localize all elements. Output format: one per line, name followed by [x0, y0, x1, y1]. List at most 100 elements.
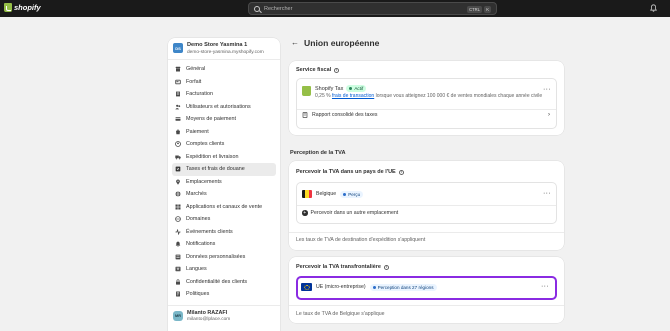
sidebar-item-markets[interactable]: Marchés	[172, 188, 276, 201]
sidebar-item-label: Emplacements	[186, 178, 222, 185]
sidebar-item-label: Facturation	[186, 91, 213, 98]
policies-icon	[175, 291, 181, 297]
sidebar-item-languages[interactable]: Langues	[172, 263, 276, 276]
card-title: Percevoir la TVA dans un pays de l'UE i	[296, 169, 404, 175]
status-badge-label: Perçu	[348, 191, 361, 197]
info-icon[interactable]: i	[334, 67, 340, 73]
card-footer-text: Le taux de TVA de Belgique s'applique	[296, 311, 385, 317]
status-dot-icon	[372, 285, 376, 289]
sidebar-item-general[interactable]: Général	[172, 63, 276, 76]
top-bar: shopify Rechercher CTRL K	[0, 0, 670, 17]
sidebar-item-notifications[interactable]: Notifications	[172, 238, 276, 251]
sidebar-item-checkout[interactable]: Paiement	[172, 126, 276, 139]
sidebar-item-payment-methods[interactable]: Moyens de paiement	[172, 113, 276, 126]
tax-app-row: Shopify Tax Actif	[315, 85, 367, 92]
apps-icon	[175, 204, 181, 210]
tax-service-card: Service fiscal i Shopify Tax Actif 0,25 …	[289, 61, 564, 135]
sidebar-item-label: Domaines	[186, 216, 211, 223]
location-icon	[175, 179, 181, 185]
user-name: Milanto RAZAFI	[187, 310, 228, 316]
payment-icon	[175, 116, 181, 122]
report-label: Rapport consolidé des taxes	[312, 112, 378, 118]
sidebar-item-customer-events[interactable]: Événements clients	[172, 226, 276, 239]
tax-description: 0,25 % frais de transaction lorsque vous…	[315, 93, 545, 101]
sidebar-item-policies[interactable]: Politiques	[172, 288, 276, 301]
transaction-fees-link[interactable]: frais de transaction	[332, 93, 374, 99]
shopify-tax-logo-icon	[302, 86, 311, 96]
sidebar-item-privacy[interactable]: Confidentialité des clients	[172, 276, 276, 289]
card-title: Service fiscal i	[296, 67, 340, 73]
card-footer-text: Les taux de TVA de destination d'expédit…	[296, 237, 426, 243]
sidebar-item-label: Applications et canaux de vente	[186, 203, 263, 210]
sidebar-item-label: Utilisateurs et autorisations	[186, 103, 251, 110]
divider	[289, 305, 564, 306]
sidebar-item-label: Politiques	[186, 291, 210, 298]
more-actions-icon[interactable]: ···	[541, 283, 549, 290]
taxes-icon	[175, 166, 181, 172]
shortcut-ctrl-key: CTRL	[467, 5, 482, 13]
info-icon[interactable]: i	[398, 169, 404, 175]
cross-border-box[interactable]: UE (micro-entreprise) Perception dans 27…	[296, 276, 557, 300]
divider	[168, 59, 280, 60]
user-avatar: MR	[173, 311, 183, 321]
page-header: ← Union européenne	[291, 38, 379, 48]
notifications-icon	[175, 241, 181, 248]
languages-icon	[175, 266, 181, 272]
sidebar-item-shipping[interactable]: Expédition et livraison	[172, 151, 276, 164]
store-header[interactable]: DS Demo Store Yasmina 1 demo-store-yasmi…	[173, 42, 264, 55]
region-name: UE (micro-entreprise)	[316, 284, 366, 290]
sidebar-item-label: Général	[186, 66, 206, 73]
more-actions-icon[interactable]: ···	[543, 86, 551, 93]
back-arrow-icon[interactable]: ←	[291, 39, 299, 47]
sidebar-item-label: Taxes et frais de douane	[186, 166, 245, 173]
report-icon	[302, 112, 308, 118]
add-location-button[interactable]: + Percevoir dans un autre emplacement	[302, 210, 398, 216]
tax-report-link[interactable]: Rapport consolidé des taxes	[302, 112, 377, 118]
sidebar-item-locations[interactable]: Emplacements	[172, 176, 276, 189]
divider	[289, 232, 564, 233]
sidebar-item-users[interactable]: Utilisateurs et autorisations	[172, 101, 276, 114]
tax-service-box: Shopify Tax Actif 0,25 % frais de transa…	[296, 78, 557, 129]
sidebar-item-label: Comptes clients	[186, 141, 225, 148]
chevron-right-icon[interactable]: ›	[548, 112, 550, 118]
country-name: Belgique	[316, 191, 337, 197]
status-dot-icon	[349, 87, 353, 90]
store-icon	[175, 66, 181, 72]
info-icon[interactable]: i	[383, 264, 389, 270]
list-item[interactable]: UE (micro-entreprise) Perception dans 27…	[301, 283, 437, 291]
billing-icon	[175, 91, 181, 97]
sidebar-item-label: Moyens de paiement	[186, 116, 237, 123]
page-title: Union européenne	[304, 38, 380, 48]
sidebar-item-label: Confidentialité des clients	[186, 278, 248, 285]
search-bar[interactable]: Rechercher CTRL K	[248, 2, 497, 15]
plus-circle-icon: +	[302, 209, 308, 216]
sidebar-item-billing[interactable]: Facturation	[172, 88, 276, 101]
privacy-icon	[175, 279, 181, 285]
sidebar-item-label: Forfait	[186, 78, 202, 85]
store-name: Demo Store Yasmina 1	[187, 42, 248, 48]
user-profile[interactable]: MR Milanto RAZAFI milanto@lplace.com	[173, 310, 230, 322]
belgium-flag-icon	[302, 190, 312, 198]
sidebar-item-customer-accounts[interactable]: Comptes clients	[172, 138, 276, 151]
sidebar-item-custom-data[interactable]: Données personnalisées	[172, 251, 276, 264]
status-badge: Perçu	[340, 190, 364, 198]
tax-service-title: Service fiscal	[296, 67, 332, 73]
more-actions-icon[interactable]: ···	[543, 190, 551, 197]
status-badge: Perception dans 27 régions	[369, 283, 437, 291]
card-title: Percevoir la TVA transfrontalière i	[296, 264, 389, 270]
users-icon	[175, 104, 181, 110]
status-badge-label: Actif	[354, 86, 364, 91]
notification-bell-icon[interactable]	[650, 4, 657, 12]
sidebar-item-plan[interactable]: Forfait	[172, 76, 276, 89]
list-item[interactable]: Belgique Perçu	[302, 190, 364, 198]
sidebar-item-label: Expédition et livraison	[186, 153, 239, 160]
divider	[297, 109, 556, 110]
shortcut-k-key: K	[484, 5, 491, 13]
shopify-bag-icon	[4, 3, 12, 12]
sidebar-item-domains[interactable]: Domaines	[172, 213, 276, 226]
eu-vat-title: Percevoir la TVA dans un pays de l'UE	[296, 169, 396, 175]
sidebar-item-apps[interactable]: Applications et canaux de vente	[172, 201, 276, 214]
shopify-logo[interactable]: shopify	[4, 3, 41, 12]
sidebar-item-taxes[interactable]: Taxes et frais de douane	[172, 163, 276, 176]
search-input[interactable]: Rechercher	[264, 6, 292, 12]
